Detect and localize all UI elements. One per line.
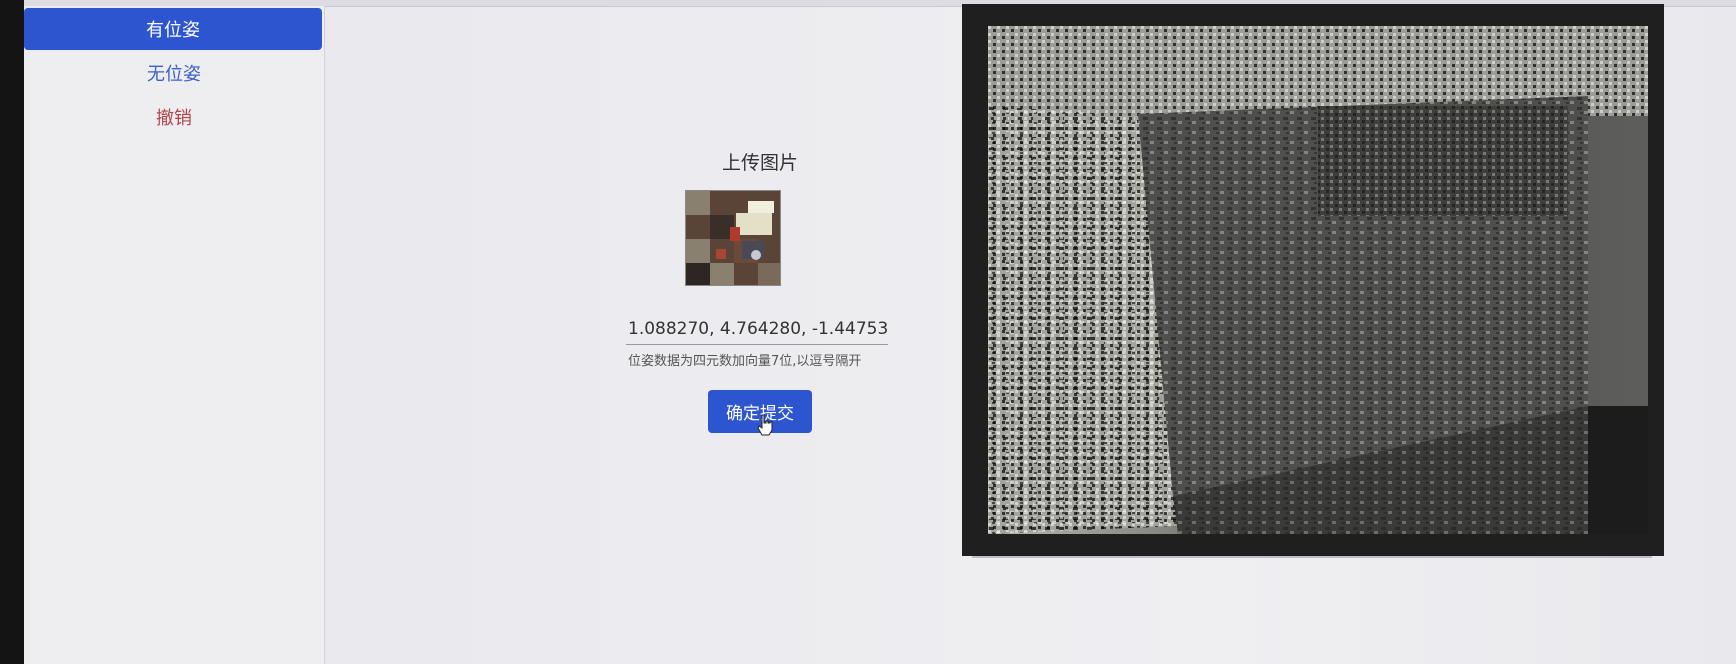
thumbnail-image — [686, 191, 780, 285]
sidebar-item-label: 有位姿 — [146, 20, 200, 41]
depth-image — [988, 26, 1648, 534]
pose-hint: 位姿数据为四元数加向量7位,以逗号隔开 — [628, 354, 862, 369]
sidebar: 有位姿 无位姿 撤销 — [24, 6, 325, 664]
sidebar-item-label: 撤销 — [156, 108, 192, 129]
sidebar-item-with-pose[interactable]: 有位姿 — [24, 8, 322, 50]
viewer-divider — [972, 556, 1652, 558]
depth-image-viewer — [962, 4, 1664, 556]
hand-pointer-icon — [757, 414, 773, 436]
screen: 有位姿 无位姿 撤销 上传图片 位姿数据为四元数加向量7位,以逗号隔开 — [24, 0, 1736, 664]
sidebar-item-undo[interactable]: 撤销 — [24, 96, 324, 138]
upload-title: 上传图片 — [721, 152, 798, 174]
sidebar-item-label: 无位姿 — [147, 64, 201, 85]
uploaded-image-thumbnail[interactable] — [685, 190, 781, 286]
sidebar-item-without-pose[interactable]: 无位姿 — [24, 52, 324, 94]
pose-input[interactable] — [626, 314, 888, 345]
